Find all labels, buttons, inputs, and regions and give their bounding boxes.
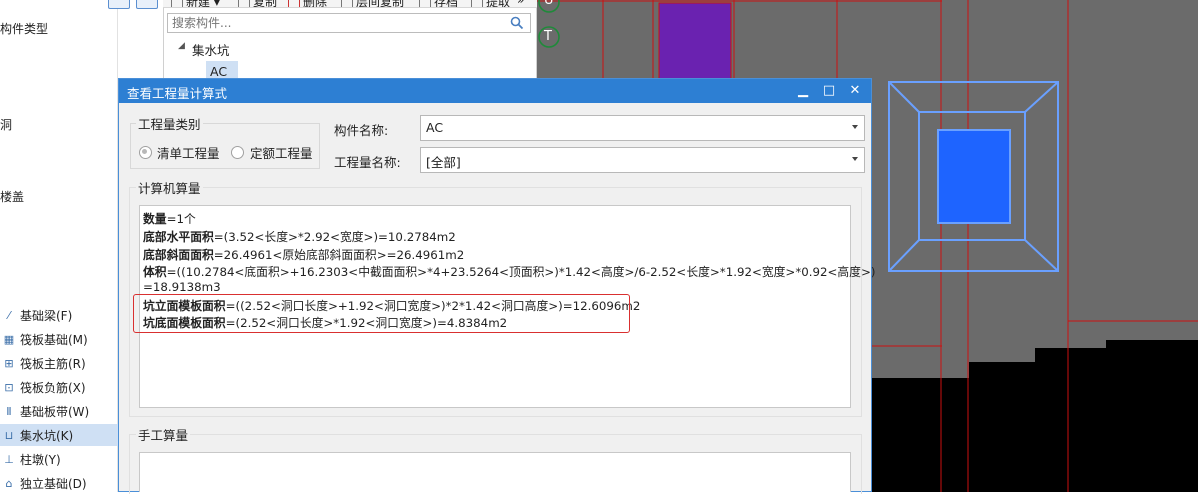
radio-quota-quantity-label[interactable]: 定额工程量 — [250, 143, 313, 162]
computer-calc-label: 计算机算量 — [136, 178, 203, 197]
component-type-header: 构件类型 — [0, 22, 49, 36]
extract-icon — [471, 0, 483, 7]
maximize-icon[interactable]: □ — [820, 82, 838, 100]
delete-icon — [288, 0, 300, 7]
axis-label-u: U — [544, 0, 554, 8]
tree-item-label: 柱墩(Y) — [20, 452, 61, 467]
component-name-value: AC — [426, 120, 444, 135]
tree-item-raft-neg-rebar[interactable]: ⊡ 筏板负筋(X) — [0, 376, 118, 398]
tree-item-label: 独立基础(D) — [20, 476, 87, 491]
quantity-name-label: 工程量名称: — [334, 155, 401, 170]
component-type-panel: 构件类型 洞 楼盖 ⁄ 基础梁(F) ▦ 筏板基础(M) ⊞ 筏板主筋(R) ⊡… — [0, 0, 118, 492]
tree-root-sump-pit[interactable]: 集水坑 — [192, 40, 230, 59]
tree-item-label: 基础梁(F) — [20, 308, 73, 323]
dialog-title: 查看工程量计算式 — [127, 86, 228, 101]
tree-item-foundation-beam[interactable]: ⁄ 基础梁(F) — [0, 304, 118, 326]
tree-item-isolated-footing[interactable]: ⌂ 独立基础(D) — [0, 472, 118, 494]
manual-calc-label: 手工算量 — [136, 425, 191, 444]
radio-bill-quantity[interactable] — [139, 146, 152, 159]
list-view-button[interactable] — [108, 0, 130, 9]
dialog-title-bar[interactable]: 查看工程量计算式 ▁ □ ✕ — [119, 79, 871, 103]
new-icon — [171, 0, 183, 7]
minimize-icon[interactable]: ▁ — [794, 82, 812, 100]
tree-child-label: AC — [210, 64, 228, 79]
quantity-name-select[interactable]: [全部] — [420, 147, 865, 173]
floor-copy-button[interactable]: 层间复制 — [341, 0, 404, 7]
chevron-down-icon — [852, 125, 858, 129]
pit-icon: ⊔ — [4, 428, 14, 442]
component-name-label: 构件名称: — [334, 123, 389, 138]
rebar-icon: ⊞ — [4, 356, 14, 370]
component-toolbar: 新建 ▾ 复制 删除 层间复制 存档 提取 » — [163, 0, 537, 8]
tree-item-label: 筏板主筋(R) — [20, 356, 86, 371]
raft-icon: ▦ — [3, 332, 15, 346]
delete-button[interactable]: 删除 — [288, 0, 327, 7]
tree-item-raft-foundation[interactable]: ▦ 筏板基础(M) — [0, 328, 118, 350]
tree-expand-icon[interactable]: ◢ — [178, 41, 185, 51]
chevron-down-icon — [852, 157, 858, 161]
quantity-type-group-label: 工程量类别 — [136, 114, 203, 133]
calc-line-bottom-slope-area: 底部斜面面积=26.4961<原始底部斜面面积>=26.4961m2 — [143, 248, 465, 262]
search-icon[interactable] — [510, 16, 524, 30]
radio-quota-quantity[interactable] — [231, 146, 244, 159]
floor-copy-icon — [341, 0, 353, 7]
more-button[interactable]: » — [517, 0, 524, 7]
extract-button[interactable]: 提取 — [471, 0, 510, 7]
tree-item-column-pier[interactable]: ⊥ 柱墩(Y) — [0, 448, 118, 470]
tree-item-label: 筏板基础(M) — [20, 332, 88, 347]
new-button[interactable]: 新建 ▾ — [171, 0, 220, 7]
tree-child-selected[interactable]: AC — [206, 61, 238, 79]
highlight-annotation-box — [133, 294, 630, 333]
radio-bill-quantity-label[interactable]: 清单工程量 — [157, 143, 220, 162]
save-icon — [419, 0, 431, 7]
calc-line-volume-result: =18.9138m3 — [143, 280, 221, 294]
category-label-hole[interactable]: 洞 — [0, 116, 12, 133]
tree-item-raft-main-rebar[interactable]: ⊞ 筏板主筋(R) — [0, 352, 118, 374]
save-button[interactable]: 存档 — [419, 0, 458, 7]
tree-item-label: 筏板负筋(X) — [20, 380, 86, 395]
tree-item-sump-pit[interactable]: ⊔ 集水坑(K) — [0, 424, 118, 446]
manual-calc-textarea[interactable] — [139, 452, 851, 492]
search-input[interactable] — [168, 14, 506, 32]
component-search-box — [167, 13, 531, 33]
close-icon[interactable]: ✕ — [846, 82, 864, 100]
footing-icon: ⌂ — [5, 476, 13, 490]
detail-view-button[interactable] — [136, 0, 158, 9]
tree-item-label: 集水坑(K) — [20, 428, 74, 443]
component-name-select[interactable]: AC — [420, 115, 865, 141]
pier-icon: ⊥ — [4, 452, 14, 466]
copy-button[interactable]: 复制 — [238, 0, 277, 7]
neg-rebar-icon: ⊡ — [4, 380, 14, 394]
calc-line-count: 数量=1个 — [143, 212, 196, 226]
axis-label-t: T — [544, 29, 552, 44]
strip-icon: Ⅱ — [6, 404, 12, 418]
calc-line-volume: 体积=((10.2784<底面积>+16.2303<中截面面积>*4+23.52… — [143, 265, 876, 279]
tree-item-foundation-strip[interactable]: Ⅱ 基础板带(W) — [0, 400, 118, 422]
beam-icon: ⁄ — [8, 308, 10, 322]
quantity-name-value: [全部] — [426, 155, 461, 170]
copy-icon — [238, 0, 250, 7]
calc-line-bottom-area: 底部水平面积=(3.52<长度>*2.92<宽度>)=10.2784m2 — [143, 230, 456, 244]
category-label-floor[interactable]: 楼盖 — [0, 188, 24, 205]
tree-item-label: 基础板带(W) — [20, 404, 90, 419]
